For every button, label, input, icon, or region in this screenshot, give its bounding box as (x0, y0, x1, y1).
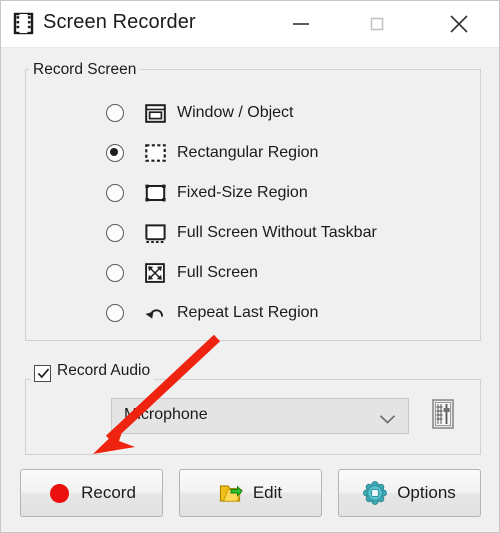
radio-label-rectangular-region: Rectangular Region (177, 144, 319, 161)
close-button[interactable] (429, 1, 489, 46)
screen-no-taskbar-icon (144, 222, 166, 244)
title-bar: Screen Recorder (1, 1, 499, 48)
radio-repeat-last-region[interactable] (106, 304, 124, 322)
radio-row-full-screen[interactable]: Full Screen (106, 258, 258, 288)
maximize-icon (347, 12, 407, 36)
radio-label-fixed-size-region: Fixed-Size Region (177, 184, 308, 201)
maximize-button[interactable] (347, 1, 407, 46)
gear-icon (363, 481, 388, 505)
radio-fixed-size-region[interactable] (106, 184, 124, 202)
audio-device-dropdown[interactable]: Microphone (111, 398, 409, 434)
film-strip-icon (12, 12, 35, 35)
radio-window-object[interactable] (106, 104, 124, 122)
chevron-down-icon (379, 412, 396, 430)
radio-row-fixed-size-region[interactable]: Fixed-Size Region (106, 178, 308, 208)
minimize-button[interactable] (271, 1, 331, 46)
fixed-rectangle-icon (144, 182, 166, 204)
radio-row-rectangular-region[interactable]: Rectangular Region (106, 138, 318, 168)
edit-button-label: Edit (252, 483, 283, 502)
radio-label-full-screen-without-taskbar: Full Screen Without Taskbar (177, 224, 377, 241)
audio-device-selected-value: Microphone (124, 406, 208, 423)
red-record-dot-icon (47, 481, 71, 505)
radio-row-full-screen-without-taskbar[interactable]: Full Screen Without Taskbar (106, 218, 377, 248)
window-title: Screen Recorder (43, 11, 196, 33)
repeat-arrow-icon (144, 302, 166, 324)
fullscreen-arrows-icon (144, 262, 166, 284)
folder-edit-icon (219, 481, 243, 505)
audio-mixer-button[interactable] (428, 397, 458, 434)
audio-mixer-icon (429, 399, 457, 435)
options-button[interactable]: Options (338, 469, 481, 517)
record-button-label: Record (81, 483, 136, 502)
radio-full-screen-without-taskbar[interactable] (106, 224, 124, 242)
record-audio-checkbox[interactable] (34, 365, 51, 382)
radio-row-window-object[interactable]: Window / Object (106, 98, 293, 128)
edit-button[interactable]: Edit (179, 469, 322, 517)
record-screen-legend: Record Screen (29, 61, 141, 79)
window-object-icon (144, 102, 166, 124)
screen-recorder-window: Screen Recorder Record Screen Window / O… (0, 0, 500, 533)
radio-label-full-screen: Full Screen (177, 264, 258, 281)
close-icon (429, 11, 489, 37)
radio-label-repeat-last-region: Repeat Last Region (177, 304, 319, 321)
radio-full-screen[interactable] (106, 264, 124, 282)
radio-rectangular-region[interactable] (106, 144, 124, 162)
record-button[interactable]: Record (20, 469, 163, 517)
radio-label-window-object: Window / Object (177, 104, 294, 121)
dashed-rectangle-icon (144, 142, 166, 164)
radio-row-repeat-last-region[interactable]: Repeat Last Region (106, 298, 318, 328)
options-button-label: Options (397, 483, 456, 502)
minimize-icon (271, 12, 331, 36)
